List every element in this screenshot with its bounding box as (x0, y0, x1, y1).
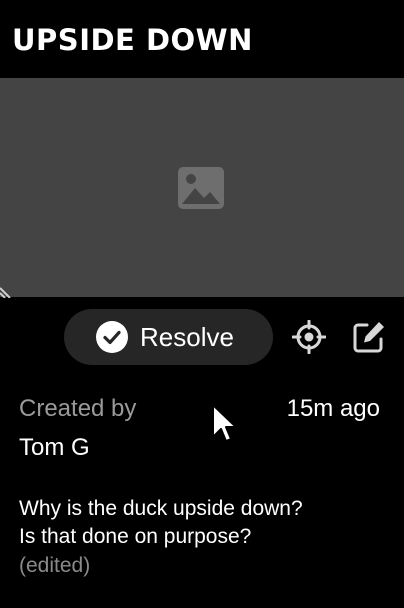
created-by-label: Created by (19, 395, 137, 422)
resize-handle-icon (0, 287, 11, 298)
image-preview[interactable] (0, 78, 404, 298)
comment-text-line: Is that done on purpose? (19, 525, 252, 548)
comment-body: Why is the duck upside down? Is that don… (19, 495, 389, 581)
check-circle-icon (96, 321, 128, 353)
image-placeholder-icon (178, 167, 224, 209)
crosshair-icon[interactable] (292, 320, 326, 354)
comment-toolbar: Resolve (0, 297, 404, 377)
mouse-cursor-icon (212, 404, 237, 442)
author-name: Tom G (19, 434, 90, 461)
page-title: UPSIDE DOWN (12, 23, 253, 57)
resolve-label: Resolve (140, 322, 234, 352)
edited-tag: (edited) (19, 554, 91, 577)
comment-text-line: Why is the duck upside down? (19, 497, 303, 520)
resolve-button[interactable]: Resolve (64, 309, 273, 365)
comment-timestamp: 15m ago (286, 395, 380, 422)
edit-icon[interactable] (352, 320, 386, 354)
header: UPSIDE DOWN (0, 0, 404, 78)
